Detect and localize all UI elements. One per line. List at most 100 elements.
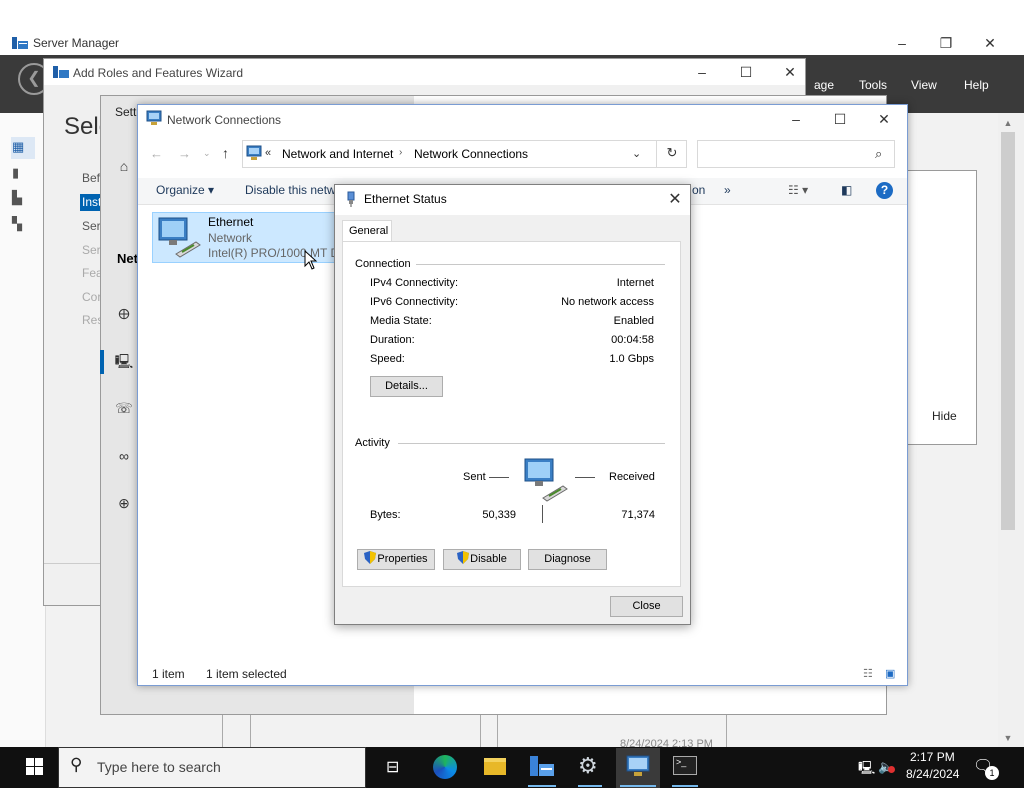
hide-link[interactable]: Hide	[932, 409, 957, 423]
address-dropdown-icon[interactable]: ⌄	[632, 147, 641, 160]
breadcrumb-network-connections[interactable]: Network Connections	[414, 147, 528, 161]
nav-back-icon[interactable]: ←	[150, 146, 163, 161]
menu-tools[interactable]: Tools	[859, 78, 887, 92]
file-services-icon[interactable]: ▚	[12, 216, 30, 232]
nc-close-button[interactable]: ✕	[864, 108, 904, 130]
nav-up-icon[interactable]: ↑	[222, 145, 229, 161]
server-manager-app-icon	[12, 37, 28, 49]
server-manager-running-indicator	[528, 785, 556, 787]
ethernet-icon[interactable]: 🖳	[114, 352, 134, 370]
speed-value: 1.0 Gbps	[609, 353, 654, 365]
command-prompt-icon[interactable]: >_	[673, 756, 697, 775]
settings-running-indicator	[578, 785, 602, 787]
received-line	[575, 477, 595, 478]
details-button[interactable]: Details...	[370, 376, 443, 397]
activity-group-rule	[398, 443, 665, 444]
duration-value: 00:04:58	[611, 334, 654, 346]
task-view-icon[interactable]: ⊟	[386, 757, 399, 777]
duration-label: Duration:	[370, 334, 415, 346]
settings-section-heading: Net	[117, 251, 138, 266]
wizard-maximize-button[interactable]: ☐	[726, 61, 766, 83]
network-connections-taskbar-icon[interactable]	[626, 755, 650, 777]
activity-computer-icon	[524, 458, 568, 502]
menu-manage[interactable]: age	[814, 78, 834, 92]
ipv6-label: IPv6 Connectivity:	[370, 296, 459, 308]
nc-minimize-button[interactable]: –	[776, 108, 816, 130]
disable-button-label: Disable	[470, 553, 507, 565]
dashboard-active-icon[interactable]: ▦	[12, 139, 30, 155]
tray-network-icon[interactable]: 🖳	[858, 759, 875, 781]
breadcrumb-chevron-icon[interactable]: ›	[399, 147, 402, 158]
scroll-down-arrow-icon[interactable]: ▼	[1000, 733, 1016, 743]
vpn-icon[interactable]: ∞	[114, 447, 134, 465]
wizard-step-installation-type[interactable]: Inst	[82, 195, 101, 209]
sm-minimize-button[interactable]: –	[882, 32, 922, 54]
command-overflow-chevron[interactable]: »	[724, 183, 731, 197]
settings-title: Setti	[115, 105, 140, 119]
server-manager-taskbar-icon[interactable]	[529, 754, 555, 778]
search-box[interactable]	[697, 140, 895, 168]
breadcrumb-network-internet[interactable]: Network and Internet	[282, 147, 393, 161]
disable-button[interactable]: Disable	[443, 549, 521, 570]
tray-date[interactable]: 8/24/2024	[906, 767, 959, 781]
server-manager-titlebar[interactable]	[0, 31, 1024, 55]
item-count: 1 item	[152, 667, 185, 681]
connection-group-label: Connection	[355, 258, 411, 270]
all-servers-icon[interactable]: ▙	[12, 190, 30, 206]
refresh-icon[interactable]: ↻	[656, 140, 687, 168]
windows-start-icon[interactable]	[26, 758, 43, 775]
organize-menu[interactable]: Organize ▾	[156, 183, 214, 197]
network-adapter-icon	[158, 217, 201, 258]
nav-recent-chevron-icon[interactable]: ⌄	[203, 148, 211, 159]
tray-volume-muted-badge	[888, 766, 895, 773]
sm-scroll-thumb[interactable]	[1001, 132, 1015, 530]
media-state-value: Enabled	[613, 315, 654, 327]
help-icon[interactable]: ?	[876, 182, 893, 199]
close-button[interactable]: Close	[610, 596, 683, 617]
settings-active-indicator	[100, 350, 104, 374]
wizard-step-server-selection[interactable]: Ser	[82, 219, 101, 233]
sm-restore-button[interactable]: ❐	[926, 32, 966, 54]
local-server-icon[interactable]: ▮	[12, 165, 30, 181]
address-location-icon	[246, 145, 262, 160]
sm-close-button[interactable]: ✕	[970, 32, 1010, 54]
taskbar-search-icon: ⚲	[70, 755, 83, 774]
details-view-icon[interactable]: ☷	[863, 667, 873, 680]
ethernet-plug-icon	[347, 191, 355, 207]
tab-general[interactable]: General	[342, 220, 392, 242]
diagnose-button[interactable]: Diagnose	[528, 549, 607, 570]
desktop-strip	[0, 0, 1024, 31]
mouse-cursor-icon	[304, 250, 318, 270]
dial-up-icon[interactable]: ☏	[114, 399, 134, 417]
edge-browser-icon[interactable]	[433, 755, 457, 779]
tray-time[interactable]: 2:17 PM	[910, 750, 955, 764]
scroll-up-arrow-icon[interactable]: ▲	[1000, 118, 1016, 128]
connection-name: Ethernet	[208, 215, 254, 229]
proxy-globe-icon[interactable]: ⊕	[114, 494, 134, 512]
ethernet-status-title: Ethernet Status	[364, 192, 447, 206]
preview-pane-icon[interactable]: ◧	[841, 183, 852, 197]
menu-view[interactable]: View	[911, 78, 937, 92]
wizard-close-button[interactable]: ✕	[770, 61, 810, 83]
file-explorer-icon[interactable]	[484, 758, 506, 775]
wizard-title: Add Roles and Features Wizard	[73, 66, 244, 80]
search-icon[interactable]: ⌕	[875, 146, 882, 162]
breadcrumb-overflow[interactable]: «	[265, 147, 271, 159]
ipv6-value: No network access	[561, 296, 654, 308]
nav-forward-icon[interactable]: →	[178, 146, 191, 161]
properties-button[interactable]: Properties	[357, 549, 435, 570]
nc-maximize-button[interactable]: ☐	[820, 108, 860, 130]
settings-gear-icon[interactable]: ⚙	[578, 753, 598, 779]
bytes-label: Bytes:	[370, 509, 401, 521]
large-icons-view-icon[interactable]: ▣	[885, 667, 895, 680]
disable-device-command[interactable]: Disable this netw	[245, 183, 336, 197]
bytes-received-value: 71,374	[621, 509, 655, 521]
change-view-icon[interactable]: ☷ ▾	[788, 183, 808, 197]
dialog-close-icon[interactable]: ✕	[664, 189, 686, 209]
home-icon[interactable]: ⌂	[114, 157, 134, 175]
diagnose-command-fragment[interactable]: on	[692, 183, 705, 197]
network-status-globe-icon[interactable]: 🜨	[114, 305, 134, 323]
server-manager-sidebar	[0, 113, 46, 747]
wizard-minimize-button[interactable]: –	[682, 61, 722, 83]
menu-help[interactable]: Help	[964, 78, 989, 92]
